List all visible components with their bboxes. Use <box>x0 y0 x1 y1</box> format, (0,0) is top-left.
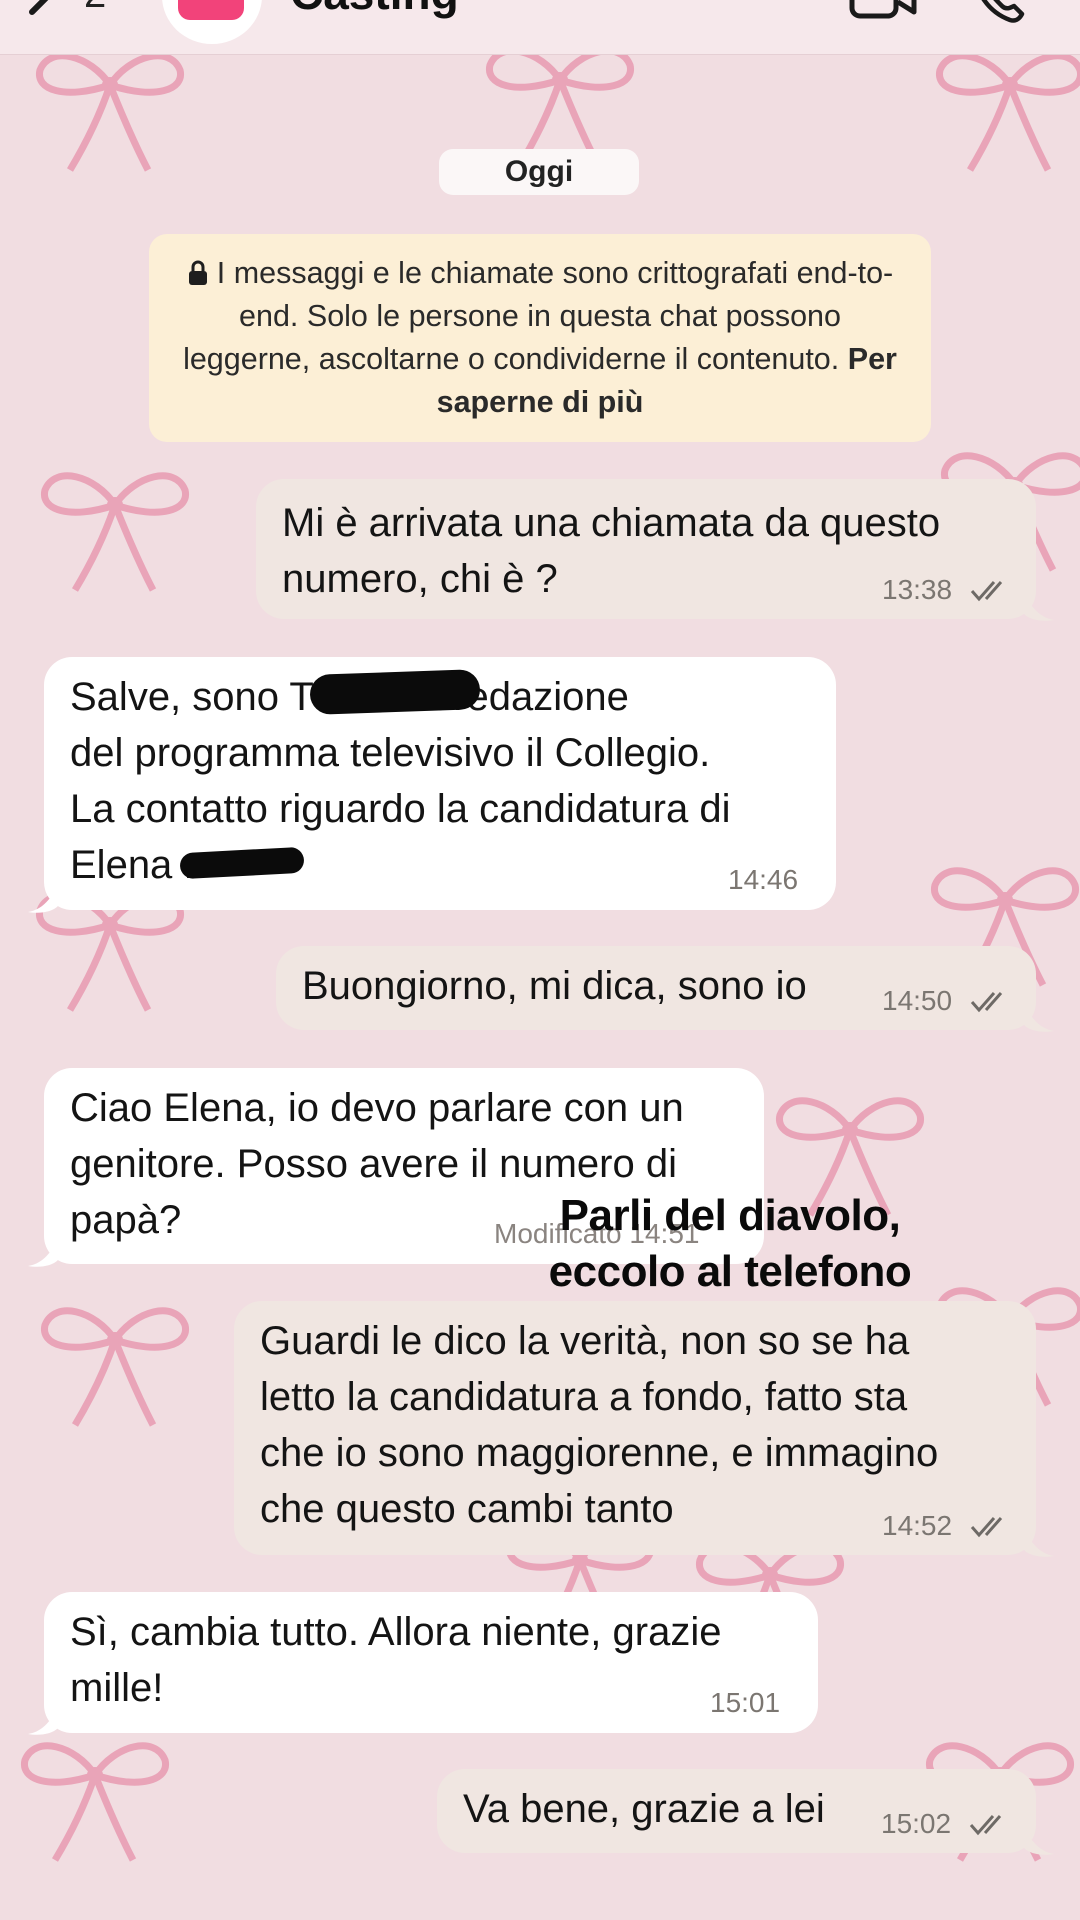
message-line: genitore. Posso avere il numero di <box>70 1142 677 1186</box>
chat-header <box>0 0 1080 55</box>
message-bubble-outgoing[interactable]: Mi è arrivata una chiamata da questo num… <box>256 479 1036 619</box>
message-time: 14:52 <box>882 1510 953 1541</box>
double-check-icon <box>969 1815 1002 1836</box>
redaction-mark <box>309 669 481 715</box>
caption-line: eccolo al telefono <box>548 1247 912 1296</box>
message-line: numero, chi è ? <box>282 557 558 601</box>
phone-icon[interactable] <box>970 0 1030 26</box>
bubble-tail <box>28 1706 58 1735</box>
bubble-tail <box>28 884 58 913</box>
message-time: 14:50 <box>882 985 953 1016</box>
chat-title[interactable]: Casting <box>290 0 459 20</box>
story-caption: Parli del diavolo, eccolo al telefono <box>470 1188 990 1300</box>
chevron-left-icon[interactable] <box>12 0 72 42</box>
message-line: Ciao Elena, io devo parlare con un <box>70 1086 684 1130</box>
encryption-notice[interactable]: I messaggi e le chiamate sono crittograf… <box>149 234 931 442</box>
bubble-tail <box>1024 592 1054 621</box>
double-check-icon <box>970 992 1003 1013</box>
encryption-notice-text: I messaggi e le chiamate sono crittograf… <box>183 256 894 376</box>
unread-count[interactable]: 2 <box>84 0 106 17</box>
message-line: che io sono maggiorenne, e immagino <box>260 1431 939 1475</box>
bubble-tail <box>28 1238 58 1267</box>
message-line: Buongiorno, mi dica, sono io <box>302 964 807 1008</box>
bubble-tail <box>1024 1528 1054 1557</box>
message-line: mille! <box>70 1666 164 1710</box>
double-check-icon <box>970 581 1003 602</box>
double-check-icon <box>970 1517 1003 1538</box>
message-time: 15:01 <box>710 1687 781 1718</box>
message-bubble-outgoing[interactable]: Guardi le dico la verità, non so se ha l… <box>234 1301 1036 1555</box>
message-bubble-incoming[interactable]: Sì, cambia tutto. Allora niente, grazie … <box>44 1592 818 1733</box>
message-bubble-outgoing[interactable]: Buongiorno, mi dica, sono io 14:50 <box>276 946 1036 1030</box>
message-line: Sì, cambia tutto. Allora niente, grazie <box>70 1610 722 1654</box>
video-camera-icon[interactable] <box>848 0 918 22</box>
date-separator: Oggi <box>439 149 639 195</box>
message-time: 13:38 <box>882 574 953 605</box>
caption-line: Parli del diavolo, <box>559 1191 901 1240</box>
message-line: La contatto riguardo la candidatura di <box>70 787 731 831</box>
message-line: Va bene, grazie a lei <box>463 1787 825 1831</box>
message-time: 15:02 <box>881 1808 952 1839</box>
message-line: Guardi le dico la verità, non so se ha <box>260 1319 910 1363</box>
message-line: Elena . <box>70 843 195 887</box>
message-bubble-outgoing[interactable]: Va bene, grazie a lei 15:02 <box>437 1769 1036 1853</box>
bubble-tail <box>1024 1826 1054 1855</box>
message-line: che questo cambi tanto <box>260 1487 674 1531</box>
message-line: del programma televisivo il Collegio. <box>70 731 711 775</box>
bubble-tail <box>1024 1003 1054 1032</box>
message-time: 14:46 <box>728 864 799 895</box>
avatar[interactable] <box>178 0 244 20</box>
lock-icon <box>188 260 207 285</box>
message-line: papà? <box>70 1198 182 1242</box>
message-line: letto la candidatura a fondo, fatto sta <box>260 1375 908 1419</box>
message-line: Mi è arrivata una chiamata da questo <box>282 501 941 545</box>
